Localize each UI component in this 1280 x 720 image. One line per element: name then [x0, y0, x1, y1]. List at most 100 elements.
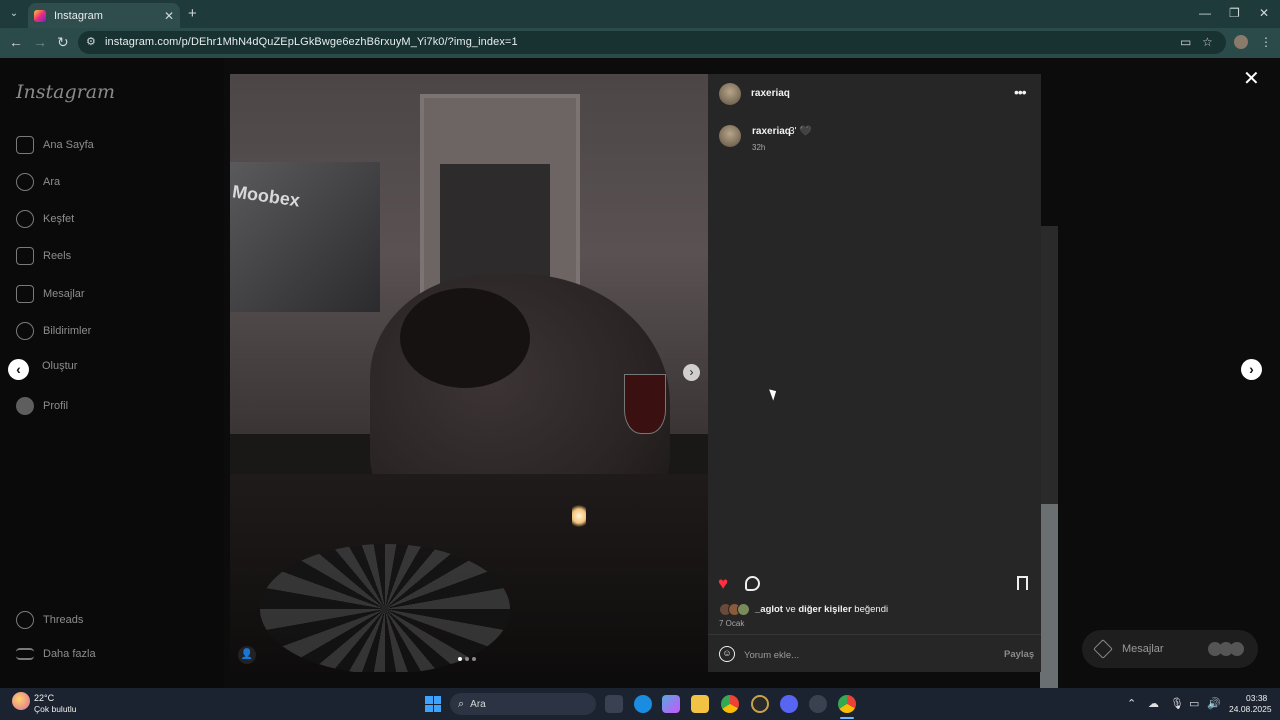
- edge-icon[interactable]: [634, 695, 652, 713]
- bookmark-icon[interactable]: [1017, 576, 1028, 590]
- tab-close-icon[interactable]: ✕: [164, 9, 174, 23]
- home-icon: [16, 136, 34, 154]
- sidebar-item-label: Bildirimler: [43, 325, 92, 337]
- sidebar-item-label: Ana Sayfa: [43, 139, 94, 151]
- chrome-active-icon[interactable]: [838, 695, 856, 713]
- sidebar-item-label: Ara: [43, 176, 61, 188]
- sidebar-item-search[interactable]: Ara: [16, 173, 60, 191]
- likes-connector: ve: [785, 604, 796, 615]
- carousel-dot-active: [458, 657, 462, 661]
- like-heart-icon[interactable]: ♥: [718, 574, 728, 594]
- window-close-icon[interactable]: ✕: [1259, 6, 1269, 20]
- heart-icon: [16, 322, 34, 340]
- close-icon[interactable]: ✕: [1243, 66, 1260, 91]
- bookmark-star-icon[interactable]: ☆: [1202, 35, 1213, 49]
- restore-icon[interactable]: ❐: [1229, 6, 1240, 20]
- copilot-icon[interactable]: [662, 695, 680, 713]
- weather-icon[interactable]: [12, 692, 30, 710]
- chrome-icon[interactable]: [721, 695, 739, 713]
- taskbar-search-label: Ara: [470, 698, 486, 710]
- caption-avatar[interactable]: [719, 125, 741, 147]
- sidebar-item-label: Daha fazla: [43, 648, 96, 660]
- instagram-logo[interactable]: Instagram: [16, 81, 115, 103]
- caption-username[interactable]: raxeriaq: [752, 126, 791, 137]
- messages-widget[interactable]: Mesajlar: [1082, 630, 1258, 668]
- sidebar-item-explore[interactable]: Keşfet: [16, 210, 74, 228]
- likes-suffix: beğendi: [854, 604, 889, 615]
- reels-icon: [16, 247, 34, 265]
- prev-post-button[interactable]: ‹: [8, 359, 29, 380]
- new-tab-icon[interactable]: +: [188, 5, 197, 22]
- sidebar-item-threads[interactable]: Threads: [16, 611, 83, 629]
- avatar-icon: [16, 397, 34, 415]
- microphone-icon[interactable]: 🎙: [1170, 697, 1184, 710]
- sidebar-item-label: Profil: [43, 400, 69, 412]
- reload-icon[interactable]: ↻: [57, 34, 69, 51]
- active-app-indicator: [840, 717, 854, 719]
- browser-menu-icon[interactable]: ⋮: [1260, 35, 1272, 49]
- forward-icon[interactable]: →: [33, 34, 47, 50]
- sidebar-item-create[interactable]: Oluştur: [42, 360, 77, 372]
- carousel-dot: [465, 657, 469, 661]
- messages-label: Mesajlar: [1122, 643, 1164, 655]
- minimize-icon[interactable]: —: [1199, 6, 1211, 20]
- emoji-icon[interactable]: ☺: [719, 646, 735, 662]
- display-icon[interactable]: ▭: [1189, 697, 1199, 710]
- sidebar-item-home[interactable]: Ana Sayfa: [16, 136, 94, 154]
- url-text[interactable]: instagram.com/p/DEhr1MhN4dQuZEpLGkBwge6e…: [105, 36, 518, 48]
- comment-icon[interactable]: [745, 576, 760, 591]
- sidebar-item-messages[interactable]: Mesajlar: [16, 285, 85, 303]
- install-app-icon[interactable]: ▭: [1180, 35, 1191, 49]
- browser-tab[interactable]: Instagram ✕: [28, 3, 180, 28]
- post-author-avatar[interactable]: [719, 83, 741, 105]
- liker-avatar: [737, 603, 750, 616]
- post-author-username[interactable]: raxeriaq: [751, 88, 790, 99]
- discord-icon[interactable]: [780, 695, 798, 713]
- task-view-icon[interactable]: [605, 695, 623, 713]
- carousel-dot: [472, 657, 476, 661]
- sidebar-item-label: Oluştur: [42, 360, 78, 372]
- carousel-next-button[interactable]: ›: [683, 364, 700, 381]
- browser-profile-avatar[interactable]: [1234, 35, 1248, 49]
- likes-username[interactable]: _aglot: [755, 604, 783, 615]
- instagram-favicon-icon: [34, 9, 46, 22]
- volume-icon[interactable]: 🔊: [1207, 697, 1221, 710]
- sidebar-item-more[interactable]: Daha fazla: [16, 648, 96, 660]
- avatar: [1230, 642, 1244, 656]
- messenger-icon: [16, 285, 34, 303]
- tab-search-icon[interactable]: ⌄: [6, 6, 22, 22]
- clock-time[interactable]: 03:38: [1246, 693, 1267, 703]
- divider: [708, 634, 1041, 635]
- post-date: 7 Ocak: [719, 619, 745, 628]
- photo-plate: [260, 544, 510, 672]
- site-info-icon[interactable]: ⚙: [86, 35, 96, 48]
- back-icon[interactable]: ←: [9, 34, 23, 50]
- clock-date[interactable]: 24.08.2025: [1229, 704, 1272, 714]
- more-options-icon[interactable]: •••: [1014, 84, 1027, 100]
- tray-overflow-icon[interactable]: ⌃: [1127, 697, 1136, 710]
- sidebar-item-profile[interactable]: Profil: [16, 397, 68, 415]
- app-icon[interactable]: [751, 695, 769, 713]
- next-post-button[interactable]: ›: [1241, 359, 1262, 380]
- caption-time: 32h: [752, 143, 766, 152]
- comment-input[interactable]: [744, 647, 994, 663]
- tagged-users-icon[interactable]: 👤: [238, 646, 256, 664]
- start-menu-icon[interactable]: [425, 696, 441, 712]
- likes-others[interactable]: diğer kişiler: [798, 604, 851, 615]
- sidebar-item-label: Threads: [43, 614, 84, 626]
- sidebar-item-notifications[interactable]: Bildirimler: [16, 322, 91, 340]
- post-photo[interactable]: Moobex 👤: [230, 74, 708, 672]
- post-side-panel: raxeriaq ••• raxeriaq 3' 🖤 32h ♥ _aglot …: [708, 74, 1041, 672]
- weather-temperature[interactable]: 22°C: [34, 693, 54, 703]
- weather-description[interactable]: Çok bulutlu: [34, 704, 77, 714]
- sidebar-item-reels[interactable]: Reels: [16, 247, 71, 265]
- likers-avatars: [719, 603, 750, 616]
- file-explorer-icon[interactable]: [691, 695, 709, 713]
- steam-icon[interactable]: [809, 695, 827, 713]
- taskbar-search[interactable]: ⌕ Ara: [450, 693, 596, 715]
- network-icon[interactable]: ☁: [1148, 697, 1159, 710]
- likes-summary[interactable]: _aglot ve diğer kişiler beğendi: [755, 604, 888, 615]
- search-icon: ⌕: [458, 697, 465, 710]
- share-button[interactable]: Paylaş: [1004, 649, 1034, 660]
- menu-icon: [16, 648, 34, 660]
